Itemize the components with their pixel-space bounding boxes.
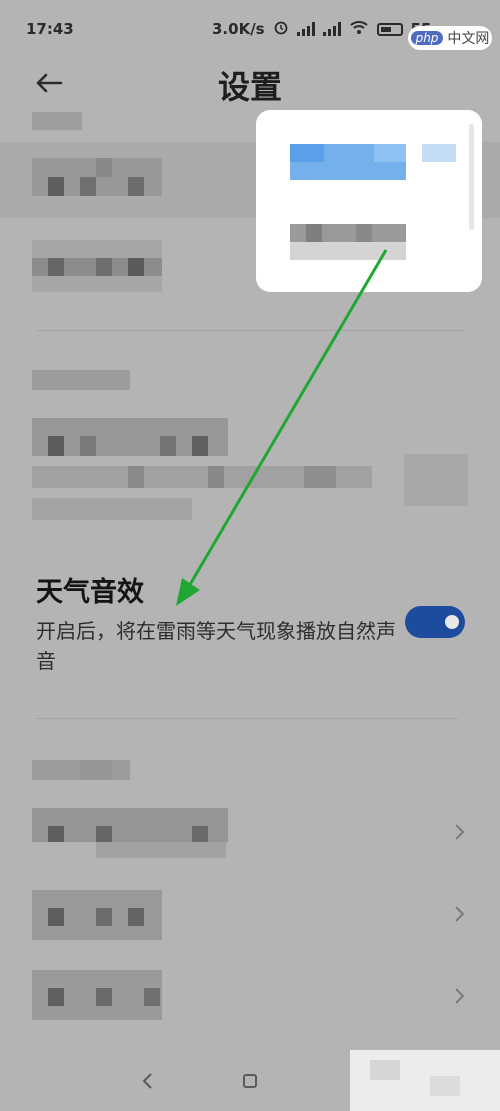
weather-sound-toggle[interactable] [405,606,465,638]
alarm-icon [273,19,289,39]
watermark: php 中文网 [408,26,492,50]
network-speed: 3.0K/s [212,20,265,38]
weather-sound-setting[interactable]: 天气音效 开启后，将在雷雨等天气现象播放自然声音 [36,566,476,682]
pixelated-setting-item[interactable] [32,970,162,1020]
watermark-text: 中文网 [447,31,490,47]
section-divider [36,718,458,719]
pixelated-popup-title [290,144,456,180]
chevron-right-icon [455,824,465,840]
pixelated-setting-item[interactable] [32,240,162,292]
pixelated-section-label [32,370,130,390]
battery-icon [376,22,403,36]
pixelated-popup-option[interactable] [290,224,406,260]
pixelated-nav-area [350,1050,500,1111]
wifi-icon [349,19,369,39]
pixelated-setting-item[interactable] [32,890,162,940]
status-time: 17:43 [26,20,74,38]
signal-icon [296,22,315,36]
pixelated-section-label [32,760,130,780]
navigation-bar [0,1050,500,1111]
pixelated-setting-item[interactable] [32,808,228,860]
chevron-right-icon [455,988,465,1004]
watermark-logo: php [410,31,444,45]
app-header: 设置 [0,58,500,108]
section-divider [36,330,464,331]
nav-home-icon[interactable] [243,1074,257,1088]
chevron-right-icon [455,906,465,922]
weather-sound-description: 开启后，将在雷雨等天气现象播放自然声音 [36,619,396,673]
popup-panel [256,110,482,292]
pixelated-section-label [32,112,82,130]
signal-icon-2 [322,22,341,36]
page-title: 设置 [217,68,282,106]
nav-back-icon[interactable] [140,1072,156,1090]
toggle-knob [445,615,459,629]
popup-scrollbar[interactable] [469,124,474,230]
pixelated-setting-item[interactable] [32,158,162,196]
weather-sound-title: 天气音效 [36,577,144,608]
pixelated-setting-item[interactable] [32,418,472,530]
